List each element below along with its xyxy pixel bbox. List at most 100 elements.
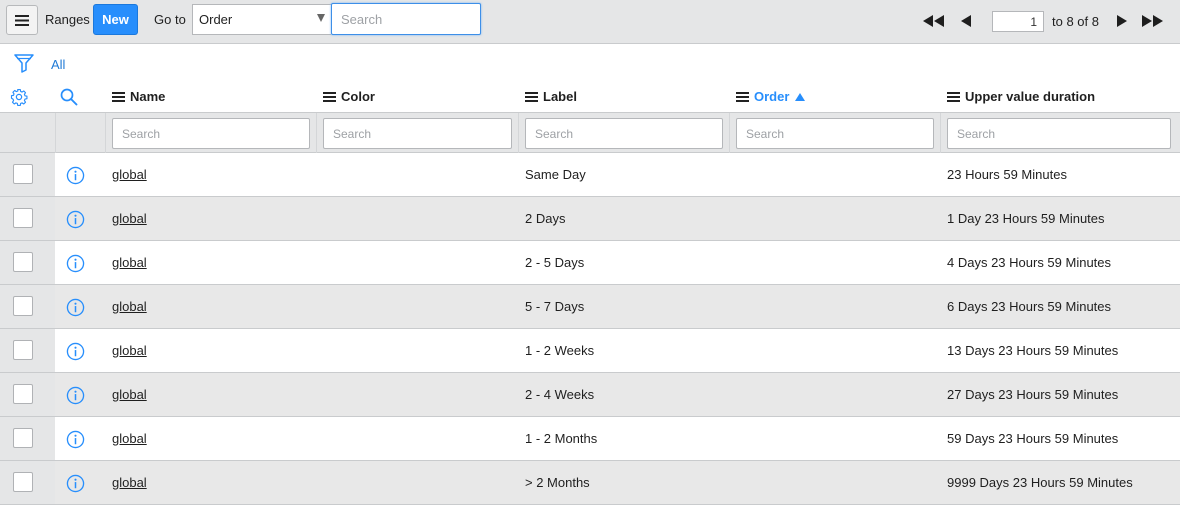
row-name-link[interactable]: global: [112, 387, 147, 402]
row-select-cell: [0, 153, 55, 196]
column-divider: [518, 113, 519, 154]
gear-icon[interactable]: [10, 88, 28, 106]
table-row: global 1 - 2 Months 59 Days 23 Hours 59 …: [0, 417, 1180, 461]
column-header-label: Name: [130, 89, 166, 104]
row-upper-value: 13 Days 23 Hours 59 Minutes: [947, 343, 1119, 358]
column-divider: [729, 113, 730, 154]
table-row: global 2 - 4 Weeks 27 Days 23 Hours 59 M…: [0, 373, 1180, 417]
table-row: global Same Day 23 Hours 59 Minutes: [0, 153, 1180, 197]
sort-ascending-icon: [795, 92, 806, 101]
name-search-input[interactable]: [112, 118, 310, 149]
info-icon[interactable]: [66, 342, 85, 361]
row-select-cell: [0, 197, 55, 240]
info-icon[interactable]: [66, 430, 85, 449]
row-name-link[interactable]: global: [112, 255, 147, 270]
column-header-label: Upper value duration: [965, 89, 1096, 104]
column-header-label: Color: [341, 89, 375, 104]
row-checkbox[interactable]: [13, 164, 33, 184]
table-row: global > 2 Months 9999 Days 23 Hours 59 …: [0, 461, 1180, 505]
info-icon[interactable]: [66, 386, 85, 405]
row-checkbox[interactable]: [13, 340, 33, 360]
table-row: global 2 Days 1 Day 23 Hours 59 Minutes: [0, 197, 1180, 241]
row-label: > 2 Months: [525, 475, 590, 490]
row-upper-value: 4 Days 23 Hours 59 Minutes: [947, 255, 1112, 270]
row-checkbox[interactable]: [13, 208, 33, 228]
row-name-link[interactable]: global: [112, 167, 147, 182]
info-icon[interactable]: [66, 254, 85, 273]
goto-search-input[interactable]: [331, 3, 481, 35]
upper-value-search-input[interactable]: [947, 118, 1171, 149]
previous-page-icon[interactable]: [961, 14, 971, 28]
next-page-icon[interactable]: [1117, 14, 1127, 28]
table-row: global 5 - 7 Days 6 Days 23 Hours 59 Min…: [0, 285, 1180, 329]
row-name-link[interactable]: global: [112, 299, 147, 314]
row-upper-value: 27 Days 23 Hours 59 Minutes: [947, 387, 1119, 402]
funnel-icon[interactable]: [14, 53, 34, 73]
list-menu-button[interactable]: [6, 5, 38, 35]
row-select-cell: [0, 329, 55, 372]
column-header-color[interactable]: Color: [323, 89, 375, 104]
row-upper-value: 1 Day 23 Hours 59 Minutes: [947, 211, 1105, 226]
column-header-name[interactable]: Name: [112, 89, 165, 104]
row-name-link[interactable]: global: [112, 211, 147, 226]
row-name-link[interactable]: global: [112, 475, 147, 490]
dropdown-arrow-icon: [317, 14, 325, 22]
row-checkbox[interactable]: [13, 384, 33, 404]
page-number-input[interactable]: [992, 11, 1044, 32]
goto-field-select[interactable]: Order: [192, 4, 331, 35]
row-checkbox[interactable]: [13, 296, 33, 316]
goto-field-value: Order: [199, 12, 233, 27]
row-upper-value: 59 Days 23 Hours 59 Minutes: [947, 431, 1119, 446]
row-checkbox[interactable]: [13, 252, 33, 272]
info-icon[interactable]: [66, 298, 85, 317]
row-upper-value: 23 Hours 59 Minutes: [947, 167, 1067, 182]
column-divider: [316, 113, 317, 154]
column-menu-icon[interactable]: [947, 91, 960, 102]
hamburger-icon: [15, 14, 29, 26]
column-header-label: Label: [543, 89, 577, 104]
info-icon[interactable]: [66, 210, 85, 229]
row-checkbox[interactable]: [13, 428, 33, 448]
column-menu-icon[interactable]: [736, 91, 749, 102]
row-select-cell: [0, 241, 55, 284]
order-search-input[interactable]: [736, 118, 934, 149]
column-header-label: Order: [754, 89, 790, 104]
first-page-icon[interactable]: [923, 14, 944, 28]
row-upper-value: 9999 Days 23 Hours 59 Minutes: [947, 475, 1133, 490]
column-divider: [940, 113, 941, 154]
ranges-table-body: global Same Day 23 Hours 59 Minutes glob…: [0, 153, 1180, 505]
row-name-link[interactable]: global: [112, 343, 147, 358]
list-toolbar: Ranges New Go to Order to 8 of 8: [0, 0, 1180, 44]
info-icon[interactable]: [66, 474, 85, 493]
row-label: 5 - 7 Days: [525, 299, 585, 314]
goto-label: Go to: [154, 12, 186, 27]
row-label: 2 Days: [525, 211, 566, 226]
color-search-input[interactable]: [323, 118, 512, 149]
row-name-link[interactable]: global: [112, 431, 147, 446]
column-divider: [55, 113, 56, 154]
row-label: 1 - 2 Months: [525, 431, 598, 446]
column-header-order[interactable]: Order: [736, 89, 806, 104]
row-label: 1 - 2 Weeks: [525, 343, 595, 358]
last-page-icon[interactable]: [1142, 14, 1163, 28]
table-row: global 2 - 5 Days 4 Days 23 Hours 59 Min…: [0, 241, 1180, 285]
row-checkbox[interactable]: [13, 472, 33, 492]
row-select-cell: [0, 461, 55, 504]
filter-breadcrumb-all[interactable]: All: [51, 57, 65, 72]
info-icon[interactable]: [66, 166, 85, 185]
page-total: to 8 of 8: [1052, 14, 1099, 29]
column-header-upper-value-duration[interactable]: Upper value duration: [947, 89, 1095, 104]
row-upper-value: 6 Days 23 Hours 59 Minutes: [947, 299, 1112, 314]
new-button[interactable]: New: [93, 4, 138, 35]
column-menu-icon[interactable]: [525, 91, 538, 102]
column-menu-icon[interactable]: [323, 91, 336, 102]
column-header-label-col[interactable]: Label: [525, 89, 577, 104]
search-icon[interactable]: [60, 88, 78, 106]
row-select-cell: [0, 417, 55, 460]
row-label: 2 - 4 Weeks: [525, 387, 595, 402]
table-row: global 1 - 2 Weeks 13 Days 23 Hours 59 M…: [0, 329, 1180, 373]
column-menu-icon[interactable]: [112, 91, 125, 102]
row-label: 2 - 5 Days: [525, 255, 585, 270]
row-select-cell: [0, 285, 55, 328]
label-search-input[interactable]: [525, 118, 723, 149]
